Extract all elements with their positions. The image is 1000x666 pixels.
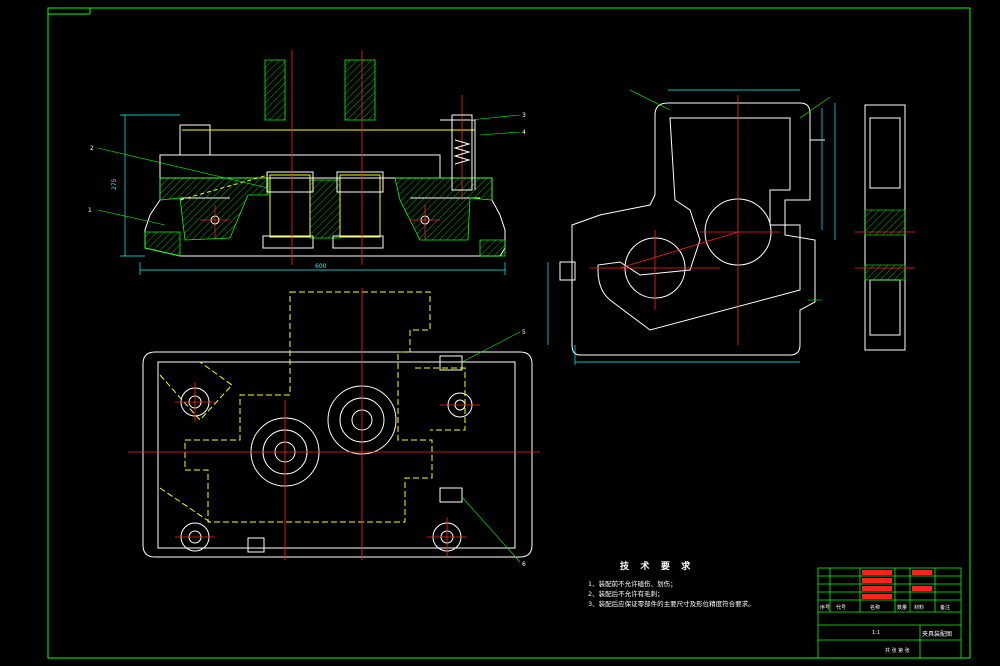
title-header-remark: 备注 <box>940 604 950 611</box>
tech-requirement-item: 2、装配后不允许有毛刺； <box>588 590 664 598</box>
side-view[interactable] <box>547 89 915 365</box>
drawing-frame <box>47 7 971 659</box>
tech-requirements-title: 技 术 要 求 <box>620 562 694 572</box>
plan-view[interactable] <box>128 288 540 560</box>
title-header-name: 名称 <box>870 604 880 611</box>
front-width-dim: 600 <box>315 263 327 270</box>
tech-requirement-item: 3、装配后应保证零部件的主要尺寸及形位精度符合要求。 <box>588 600 755 608</box>
cad-drawing-viewport[interactable]: { "drawing": { "views": { "front_section… <box>0 0 1000 666</box>
balloon-5: 5 <box>522 329 526 336</box>
drawing-name: 夹具装配图 <box>922 630 952 638</box>
balloon-1: 1 <box>88 207 92 214</box>
cad-canvas[interactable]: 600 275 1 2 3 4 5 6 序号 代号 名称 数量 材料 备注 夹具… <box>0 0 1000 666</box>
balloon-3: 3 <box>522 112 526 119</box>
title-block-part-fills <box>862 570 932 599</box>
balloon-4: 4 <box>522 129 526 136</box>
front-section-view[interactable]: 600 275 <box>111 50 506 275</box>
balloon-2: 2 <box>90 145 94 152</box>
title-header-material: 材料 <box>914 604 924 611</box>
title-header-code: 代号 <box>836 604 846 611</box>
balloon-6: 6 <box>522 561 526 568</box>
tech-requirement-item: 1、装配前不允许磕伤、划伤； <box>588 580 677 588</box>
title-header-qty: 数量 <box>897 604 907 611</box>
drawing-scale: 1:1 <box>872 630 880 636</box>
sheet-count: 共 张 第 张 <box>885 647 910 654</box>
title-header-no: 序号 <box>820 604 830 611</box>
front-height-dim: 275 <box>111 178 118 190</box>
